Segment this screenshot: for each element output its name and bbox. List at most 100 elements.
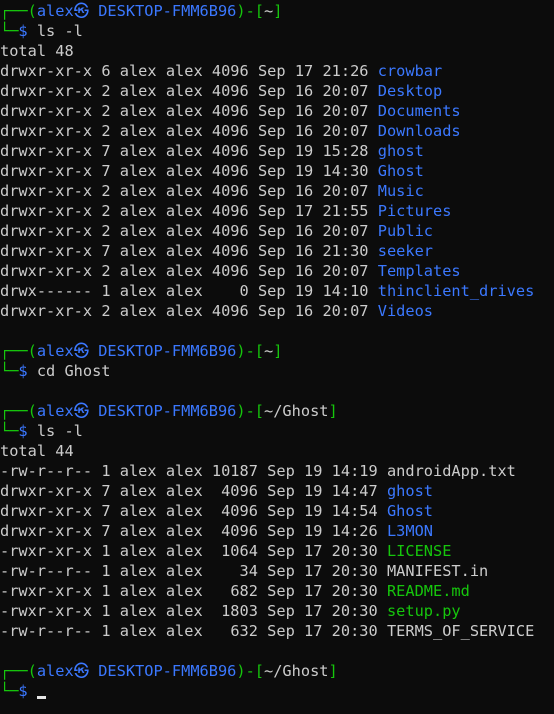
file-name[interactable]: setup.py (387, 602, 461, 620)
file-name[interactable]: Templates (378, 262, 461, 280)
file-owner: alex (119, 302, 157, 320)
file-month: Sep (267, 622, 295, 640)
file-month: Sep (267, 522, 295, 540)
file-time: 20:30 (331, 542, 378, 560)
file-month: Sep (257, 202, 286, 220)
file-month: Sep (257, 142, 286, 160)
file-row: drwxr-xr-x 7 alex alex 4096 Sep 19 14:30… (0, 161, 554, 181)
file-time: 14:19 (331, 462, 378, 480)
file-owner: alex (119, 522, 157, 540)
file-row: -rw-r--r-- 1 alex alex 632 Sep 17 20:30 … (0, 621, 554, 641)
file-links: 2 (101, 182, 111, 200)
prompt-separator: ㉿ (73, 662, 89, 680)
file-row: drwxr-xr-x 2 alex alex 4096 Sep 16 20:07… (0, 121, 554, 141)
file-size: 4096 (211, 142, 249, 160)
file-size: 0 (239, 282, 249, 300)
prompt-separator: ㉿ (73, 2, 89, 20)
file-day: 16 (294, 302, 314, 320)
file-name[interactable]: Ghost (378, 162, 424, 180)
file-name[interactable]: LICENSE (387, 542, 451, 560)
file-size: 10187 (211, 462, 258, 480)
file-links: 1 (101, 282, 111, 300)
prompt-line-command: └─$ ls -l (0, 22, 83, 40)
file-month: Sep (257, 282, 286, 300)
file-month: Sep (257, 182, 286, 200)
file-month: Sep (257, 242, 286, 260)
file-owner: alex (119, 82, 157, 100)
file-links: 1 (101, 602, 111, 620)
file-month: Sep (257, 302, 286, 320)
file-month: Sep (257, 122, 286, 140)
file-time: 14:54 (331, 502, 378, 520)
file-name[interactable]: Music (378, 182, 424, 200)
file-group: alex (165, 482, 203, 500)
prompt-host: DESKTOP-FMM6B96 (98, 402, 237, 420)
file-month: Sep (257, 222, 286, 240)
file-day: 17 (294, 202, 314, 220)
file-size: 4096 (211, 122, 249, 140)
file-permissions: -rw-r--r-- (0, 622, 93, 640)
file-size: 4096 (211, 162, 249, 180)
file-time: 14:30 (322, 162, 369, 180)
command-text: ls -l (36, 22, 83, 40)
file-group: alex (165, 262, 203, 280)
file-name[interactable]: L3MON (387, 522, 433, 540)
file-month: Sep (267, 582, 295, 600)
file-name[interactable]: crowbar (378, 62, 442, 80)
file-size: 4096 (211, 182, 249, 200)
file-name[interactable]: Documents (378, 102, 461, 120)
file-name[interactable]: Desktop (378, 82, 442, 100)
file-day: 16 (294, 82, 314, 100)
prompt-host: DESKTOP-FMM6B96 (98, 662, 237, 680)
prompt-host: DESKTOP-FMM6B96 (98, 2, 237, 20)
file-name[interactable]: TERMS_OF_SERVICE (387, 622, 534, 640)
prompt-cwd: ~ (264, 342, 274, 360)
file-name[interactable]: seeker (378, 242, 433, 260)
file-links: 1 (101, 622, 111, 640)
prompt-line-command[interactable]: └─$ (0, 681, 554, 701)
file-name[interactable]: ghost (378, 142, 424, 160)
file-row: drwx------ 1 alex alex 0 Sep 19 14:10 th… (0, 281, 554, 301)
terminal-window[interactable]: ┌──(alex㉿ DESKTOP-FMM6B96)-[~] └─$ ls -l t… (0, 1, 554, 714)
file-row: drwxr-xr-x 2 alex alex 4096 Sep 16 20:07… (0, 181, 554, 201)
file-links: 7 (101, 522, 111, 540)
file-row: drwxr-xr-x 6 alex alex 4096 Sep 17 21:26… (0, 61, 554, 81)
file-name[interactable]: Pictures (378, 202, 452, 220)
file-size: 4096 (211, 262, 249, 280)
file-permissions: drwxr-xr-x (0, 482, 93, 500)
file-links: 1 (101, 462, 111, 480)
file-name[interactable]: Ghost (387, 502, 433, 520)
file-group: alex (165, 542, 203, 560)
file-permissions: drwxr-xr-x (0, 202, 93, 220)
file-month: Sep (257, 102, 286, 120)
file-month: Sep (267, 462, 295, 480)
prompt-line-top: ┌──(alex㉿ DESKTOP-FMM6B96)-[~/Ghost] (0, 662, 338, 680)
file-name[interactable]: MANIFEST.in (387, 562, 488, 580)
file-name[interactable]: Downloads (378, 122, 461, 140)
prompt-line-command: └─$ ls -l (0, 422, 83, 440)
file-group: alex (165, 182, 203, 200)
file-permissions: drwxr-xr-x (0, 242, 93, 260)
file-time: 20:30 (331, 622, 378, 640)
file-name[interactable]: Videos (378, 302, 433, 320)
file-links: 2 (101, 122, 111, 140)
file-month: Sep (267, 562, 295, 580)
file-name[interactable]: README.md (387, 582, 470, 600)
file-links: 7 (101, 482, 111, 500)
file-size: 632 (230, 622, 258, 640)
file-time: 15:28 (322, 142, 369, 160)
file-name[interactable]: ghost (387, 482, 433, 500)
prompt-user: alex (36, 2, 74, 20)
file-permissions: drwxr-xr-x (0, 182, 93, 200)
file-row: drwxr-xr-x 2 alex alex 4096 Sep 17 21:55… (0, 201, 554, 221)
file-owner: alex (119, 582, 157, 600)
file-time: 20:07 (322, 122, 369, 140)
file-owner: alex (119, 222, 157, 240)
file-name[interactable]: androidApp.txt (387, 462, 516, 480)
file-group: alex (165, 222, 203, 240)
file-name[interactable]: Public (378, 222, 433, 240)
file-group: alex (165, 102, 203, 120)
file-name[interactable]: thinclient_drives (378, 282, 535, 300)
